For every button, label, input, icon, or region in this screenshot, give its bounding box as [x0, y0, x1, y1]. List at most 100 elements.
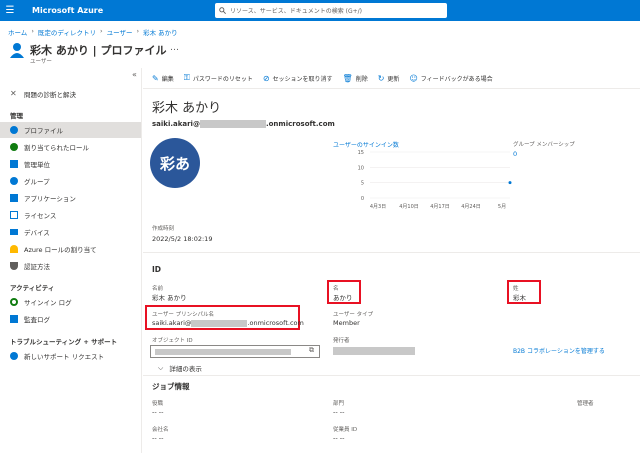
- wrench-icon: ✕: [10, 89, 17, 98]
- hamburger-menu-icon[interactable]: ☰: [0, 5, 20, 16]
- user-type-label: ユーザー タイプ: [333, 312, 374, 318]
- created-value: 2022/5/2 18:02:19: [152, 235, 213, 243]
- breadcrumb-home[interactable]: ホーム: [8, 27, 27, 37]
- user-display-name: 彩木 あかり: [152, 101, 222, 116]
- sidebar: « ✕ 問題の診断と解決 管理 プロファイル 割り当てられたロール 管理単位 グ…: [0, 68, 142, 453]
- redacted-block: [191, 319, 248, 327]
- delete-button[interactable]: 🗑 削除: [343, 74, 368, 83]
- reset-password-button[interactable]: ⚿ パスワードのリセット: [184, 73, 253, 83]
- refresh-label: 更新: [387, 75, 400, 83]
- user-icon: [10, 126, 18, 134]
- job-title-label: 役職: [152, 401, 164, 407]
- redacted-block: [333, 347, 415, 355]
- breadcrumb-users[interactable]: ユーザー: [107, 27, 133, 37]
- y-tick-label: 15: [358, 150, 364, 156]
- company-value: -- --: [152, 434, 164, 442]
- x-tick-label: 4月10日: [399, 204, 419, 210]
- brand-title[interactable]: Microsoft Azure: [32, 6, 103, 15]
- delete-label: 削除: [355, 75, 368, 83]
- chevron-down-icon: ⌵: [158, 363, 164, 372]
- shield-icon: [10, 262, 18, 270]
- redacted-block: [155, 349, 291, 355]
- sidebar-header-manage: 管理: [10, 112, 23, 120]
- sidebar-item-troubleshoot[interactable]: ✕ 問題の診断と解決: [0, 86, 141, 102]
- trash-icon: 🗑: [342, 73, 353, 83]
- sidebar-item-support-request[interactable]: 新しいサポート リクエスト: [0, 348, 141, 364]
- sidebar-item-auth-methods[interactable]: 認証方法: [0, 258, 141, 274]
- email-prefix: saiki.akari@: [152, 120, 200, 128]
- x-tick-label: 4月24日: [461, 204, 481, 210]
- chevron-right-icon: ›: [31, 27, 34, 35]
- object-id-label: オブジェクト ID: [152, 338, 193, 344]
- y-tick-label: 10: [358, 165, 364, 171]
- sidebar-item-label: 監査ログ: [24, 316, 50, 324]
- page-subtitle: ユーザー: [30, 59, 52, 65]
- sidebar-item-applications[interactable]: アプリケーション: [0, 190, 141, 206]
- sidebar-item-label: デバイス: [24, 229, 50, 237]
- breadcrumb-directory[interactable]: 既定のディレクトリ: [38, 27, 96, 37]
- page-title: 彩木 あかり | プロファイル: [30, 44, 167, 57]
- upn-prefix: saiki.akari@: [152, 319, 192, 327]
- signin-chart: 15 10 5 0 4月3日 4月10日 4月17日 4月24日 5月: [358, 150, 512, 210]
- copy-icon[interactable]: ⧉: [309, 346, 314, 355]
- surname-value: 彩木: [513, 294, 526, 302]
- user-email: saiki.akari@ .onmicrosoft.com: [152, 120, 335, 128]
- created-label: 作成時刻: [152, 226, 175, 232]
- issuer-label: 発行者: [333, 338, 350, 344]
- sidebar-item-label: 認証方法: [24, 263, 50, 271]
- sidebar-item-profile[interactable]: プロファイル: [0, 122, 141, 138]
- search-placeholder: リソース、サービス、ドキュメントの検索 (G+/): [230, 8, 362, 15]
- feedback-label: フィードバックがある場合: [420, 75, 493, 83]
- edit-button[interactable]: ✎ 編集: [152, 74, 174, 83]
- object-id-field[interactable]: [150, 345, 320, 358]
- support-icon: [10, 352, 18, 360]
- sidebar-item-licenses[interactable]: ライセンス: [0, 207, 141, 223]
- sidebar-item-label: アプリケーション: [24, 195, 76, 203]
- id-section-title: ID: [152, 265, 162, 274]
- sidebar-item-audit-logs[interactable]: 監査ログ: [0, 311, 141, 327]
- reset-password-label: パスワードのリセット: [192, 75, 253, 83]
- show-details-toggle[interactable]: ⌵ 詳細の表示: [158, 363, 202, 374]
- sidebar-item-roles[interactable]: 割り当てられたロール: [0, 139, 141, 155]
- sidebar-item-devices[interactable]: デバイス: [0, 224, 141, 240]
- signin-log-icon: [10, 298, 18, 306]
- block-icon: ⊘: [262, 73, 270, 83]
- command-bar: ✎ 編集 ⚿ パスワードのリセット ⊘ セッションを取り消す 🗑 削除 ↻ 更新 ☺ フィー…: [152, 70, 493, 86]
- sidebar-item-groups[interactable]: グループ: [0, 173, 141, 189]
- refresh-button[interactable]: ↻ 更新: [378, 74, 400, 83]
- manager-label: 管理者: [577, 401, 594, 407]
- feedback-button[interactable]: ☺ フィードバックがある場合: [409, 74, 492, 83]
- chevron-right-icon: ›: [99, 27, 103, 35]
- avatar: 彩あ: [150, 138, 200, 188]
- device-icon: [10, 229, 18, 235]
- redacted-block: [199, 120, 266, 128]
- show-details-label: 詳細の表示: [169, 365, 202, 373]
- revoke-sessions-button[interactable]: ⊘ セッションを取り消す: [263, 74, 333, 83]
- sidebar-item-label: 割り当てられたロール: [24, 144, 89, 152]
- collapse-sidebar-icon[interactable]: «: [132, 70, 137, 79]
- search-box[interactable]: リソース、サービス、ドキュメントの検索 (G+/): [215, 3, 447, 18]
- manage-b2b-link[interactable]: B2B コラボレーションを管理する: [513, 346, 605, 355]
- surname-label: 姓: [513, 286, 519, 292]
- divider: [143, 252, 640, 253]
- email-suffix: .onmicrosoft.com: [265, 120, 335, 128]
- given-name-label: 名: [333, 286, 339, 292]
- breadcrumb-user[interactable]: 彩木 あかり: [143, 27, 178, 37]
- refresh-icon: ↻: [377, 73, 385, 83]
- company-label: 会社名: [152, 427, 169, 433]
- data-point[interactable]: [508, 181, 512, 185]
- key-icon: ⚿: [183, 73, 190, 82]
- y-tick-label: 0: [361, 196, 364, 202]
- sidebar-item-label: 管理単位: [24, 161, 50, 169]
- given-name-value: あかり: [333, 294, 353, 302]
- sidebar-item-signin-logs[interactable]: サインイン ログ: [0, 294, 141, 310]
- more-options-icon[interactable]: …: [170, 43, 179, 53]
- sidebar-item-azure-roles[interactable]: Azure ロールの割り当て: [0, 241, 141, 257]
- sidebar-item-admin-units[interactable]: 管理単位: [0, 156, 141, 172]
- sidebar-item-label: サインイン ログ: [24, 299, 72, 307]
- department-value: -- --: [333, 408, 345, 416]
- group-membership-label: グループ メンバーシップ: [513, 142, 575, 148]
- sidebar-item-label: 問題の診断と解決: [24, 91, 76, 99]
- user-icon: [10, 43, 24, 58]
- pencil-icon: ✎: [152, 73, 159, 83]
